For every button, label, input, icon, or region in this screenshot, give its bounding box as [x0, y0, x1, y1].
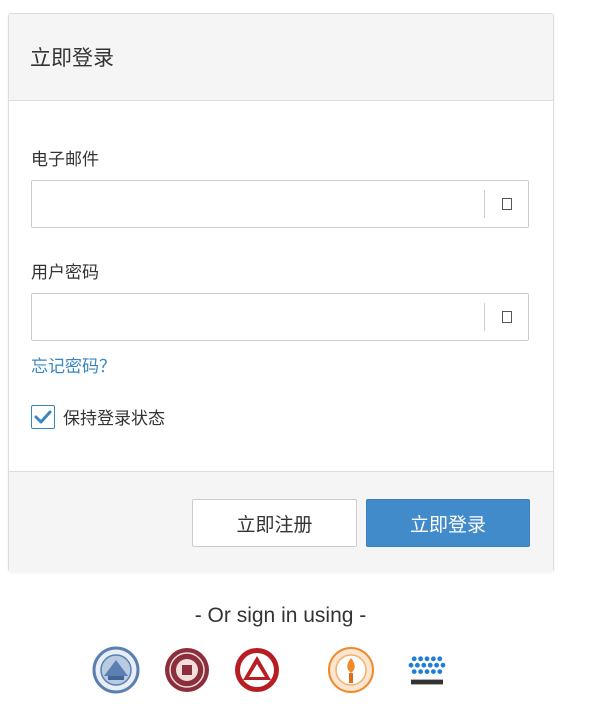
alt-signin-text: - Or sign in using -: [194, 604, 367, 627]
lock-icon: [502, 311, 512, 323]
university-logo-1-icon[interactable]: [92, 646, 140, 694]
password-input[interactable]: [32, 294, 482, 340]
email-icon: [502, 198, 512, 210]
checkmark-icon: [34, 410, 52, 423]
register-button[interactable]: 立即注册: [192, 499, 357, 547]
remember-me-checkbox[interactable]: [31, 404, 55, 429]
login-button[interactable]: 立即登录: [366, 499, 530, 547]
login-form: 电子邮件 用户密码 忘记密码？ 保持登录状态: [9, 101, 553, 471]
university-logo-3-icon[interactable]: [233, 646, 281, 694]
remember-me-label: 保持登录状态: [63, 409, 165, 429]
email-label: 电子邮件: [31, 150, 99, 170]
password-field[interactable]: [31, 293, 529, 341]
remember-me-row[interactable]: 保持登录状态: [31, 404, 165, 429]
email-input[interactable]: [32, 181, 482, 227]
university-logo-2-icon[interactable]: [163, 646, 211, 694]
email-field[interactable]: [31, 180, 529, 228]
login-panel-header: 立即登录: [9, 14, 553, 101]
password-label: 用户密码: [31, 263, 99, 283]
field-separator: [484, 303, 485, 331]
field-separator: [484, 190, 485, 218]
university-logo-5-icon[interactable]: [403, 646, 451, 694]
login-panel: 立即登录 电子邮件 用户密码 忘记密码？ 保持登录状态 立即注册 立即登录: [8, 13, 554, 572]
university-logo-4-icon[interactable]: [327, 646, 375, 694]
forgot-password-link[interactable]: 忘记密码？: [31, 352, 116, 377]
panel-title: 立即登录: [30, 46, 114, 70]
login-panel-footer: 立即注册 立即登录: [9, 471, 553, 572]
